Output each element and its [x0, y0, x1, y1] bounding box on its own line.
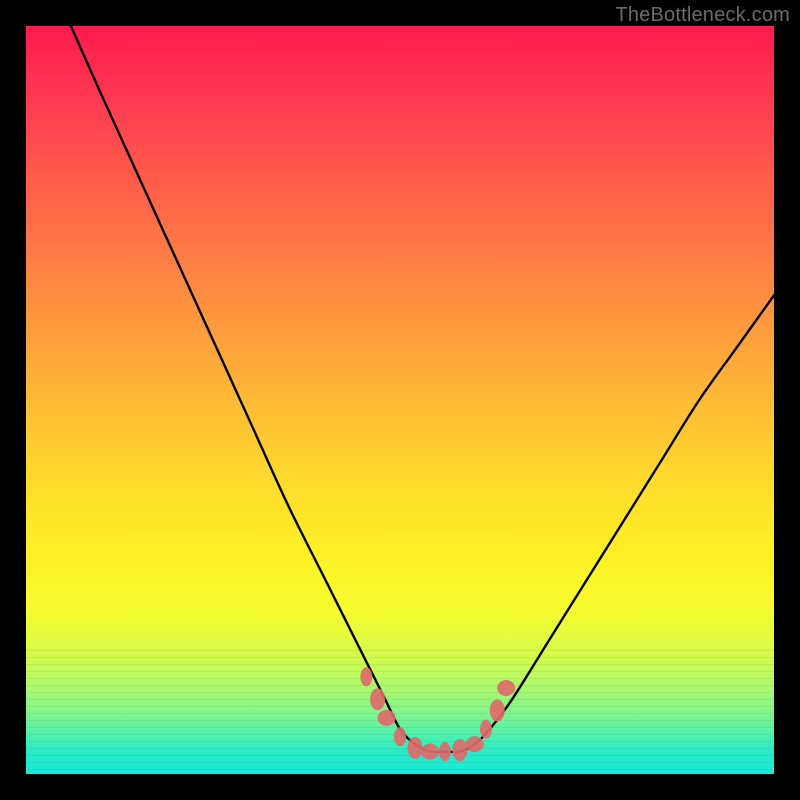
highlight-dot	[407, 737, 422, 759]
plot-area	[26, 26, 774, 774]
highlight-dot	[370, 688, 385, 710]
highlight-dot	[466, 736, 484, 752]
chart-frame: TheBottleneck.com	[0, 0, 800, 800]
highlight-dot	[490, 699, 505, 721]
highlight-dot	[360, 667, 372, 686]
highlight-dot	[439, 742, 451, 761]
highlight-dot	[452, 739, 467, 761]
bottleneck-curve	[71, 26, 774, 752]
highlight-dot	[480, 720, 492, 739]
highlight-dot	[497, 680, 515, 696]
highlight-dots	[360, 667, 515, 761]
highlight-dot	[378, 710, 396, 726]
curve-layer	[26, 26, 774, 774]
watermark-text: TheBottleneck.com	[615, 4, 790, 27]
highlight-dot	[394, 727, 406, 746]
highlight-dot	[421, 744, 439, 760]
